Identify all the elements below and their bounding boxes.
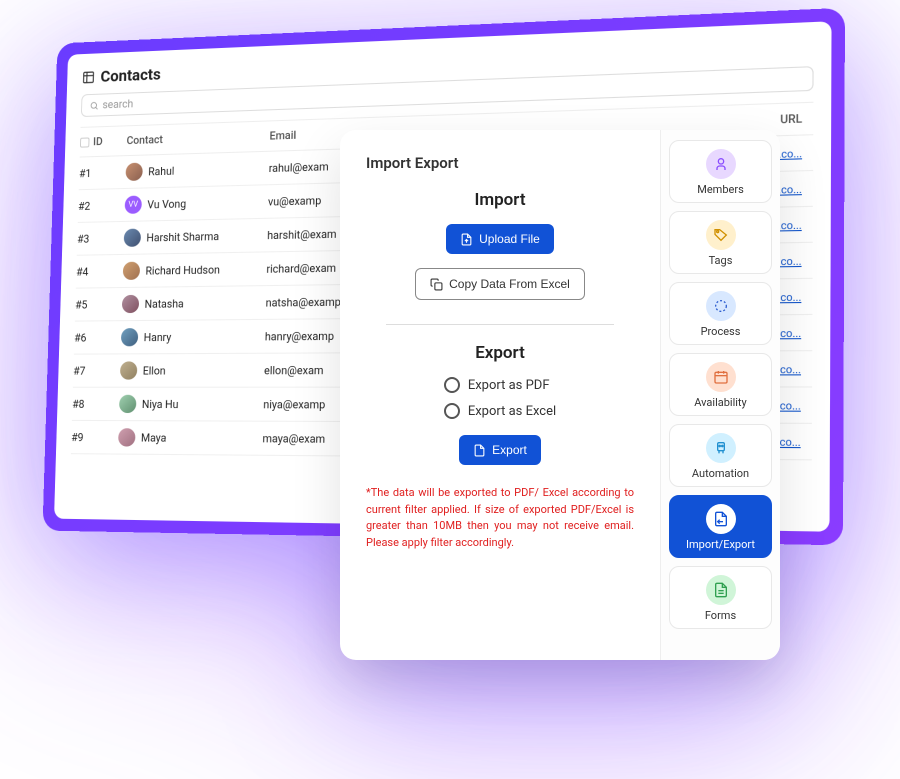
avatar xyxy=(120,361,138,379)
import-heading: Import xyxy=(474,190,525,210)
avatar xyxy=(123,262,140,280)
modal-title: Import Export xyxy=(366,154,634,172)
avatar xyxy=(121,328,138,346)
section-divider xyxy=(386,324,614,325)
row-id: #9 xyxy=(71,430,118,443)
sidebar-tile-process[interactable]: Process xyxy=(669,282,772,345)
row-contact: Richard Hudson xyxy=(123,260,267,280)
copy-from-excel-button[interactable]: Copy Data From Excel xyxy=(415,268,585,300)
row-contact: Niya Hu xyxy=(119,395,264,414)
export-pdf-radio[interactable]: Export as PDF xyxy=(444,377,550,393)
avatar xyxy=(118,428,136,446)
file-upload-icon xyxy=(460,233,473,246)
col-id-label: ID xyxy=(93,135,103,148)
export-excel-label: Export as Excel xyxy=(468,404,556,419)
radio-icon xyxy=(444,377,460,393)
row-contact: Maya xyxy=(118,428,263,447)
select-all-checkbox[interactable] xyxy=(80,137,90,147)
search-icon xyxy=(89,100,99,110)
export-heading: Export xyxy=(475,343,525,363)
members-icon xyxy=(706,149,736,179)
avatar xyxy=(124,229,141,247)
tile-label: Availability xyxy=(694,396,746,409)
avatar: VV xyxy=(125,196,142,214)
row-contact: Harshit Sharma xyxy=(124,226,268,247)
sidebar-tile-tags[interactable]: Tags xyxy=(669,211,772,274)
table-icon xyxy=(82,70,95,84)
sidebar-tile-automation[interactable]: Automation xyxy=(669,424,772,487)
contact-name: Natasha xyxy=(144,297,183,311)
tile-label: Tags xyxy=(709,254,733,267)
upload-file-label: Upload File xyxy=(479,232,540,246)
row-id: #1 xyxy=(79,166,126,180)
contact-name: Richard Hudson xyxy=(145,263,220,277)
forms-icon xyxy=(706,575,736,605)
row-id: #4 xyxy=(76,264,123,278)
row-contact: Rahul xyxy=(125,159,269,181)
tile-label: Automation xyxy=(692,467,749,480)
col-contact-label: Contact xyxy=(126,130,269,148)
contact-name: Niya Hu xyxy=(142,397,179,410)
availability-icon xyxy=(706,362,736,392)
row-id: #3 xyxy=(77,231,124,245)
automation-icon xyxy=(706,433,736,463)
tile-label: Members xyxy=(697,183,744,196)
sidebar-tile-import-export[interactable]: Import/Export xyxy=(669,495,772,558)
export-disclaimer: *The data will be exported to PDF/ Excel… xyxy=(366,485,634,551)
contact-name: Vu Vong xyxy=(147,197,186,211)
contact-name: Maya xyxy=(141,431,167,444)
contact-name: Hanry xyxy=(144,330,172,343)
row-id: #7 xyxy=(73,364,120,377)
row-contact: Natasha xyxy=(122,293,266,313)
copy-icon xyxy=(430,278,443,291)
row-id: #8 xyxy=(72,397,119,410)
sidebar-tile-availability[interactable]: Availability xyxy=(669,353,772,416)
radio-icon xyxy=(444,403,460,419)
export-excel-radio[interactable]: Export as Excel xyxy=(444,403,556,419)
contact-name: Rahul xyxy=(148,164,174,178)
row-id: #2 xyxy=(78,198,125,212)
avatar xyxy=(122,295,139,313)
contacts-title-text: Contacts xyxy=(100,65,161,86)
row-contact: Ellon xyxy=(120,361,264,380)
sidebar-tile-members[interactable]: Members xyxy=(669,140,772,203)
tile-label: Process xyxy=(701,325,741,338)
row-contact: VV Vu Vong xyxy=(125,192,269,214)
search-placeholder: search xyxy=(102,97,133,111)
export-button[interactable]: Export xyxy=(459,435,541,465)
process-icon xyxy=(706,291,736,321)
row-id: #5 xyxy=(75,298,122,312)
copy-from-excel-label: Copy Data From Excel xyxy=(449,277,570,291)
avatar xyxy=(125,163,142,181)
sidebar-tile-forms[interactable]: Forms xyxy=(669,566,772,629)
tile-label: Import/Export xyxy=(686,538,755,551)
file-export-icon xyxy=(473,444,486,457)
import-export-icon xyxy=(706,504,736,534)
avatar xyxy=(119,395,137,413)
row-contact: Hanry xyxy=(121,327,265,346)
tile-label: Forms xyxy=(705,609,736,622)
row-id: #6 xyxy=(74,331,121,344)
contact-name: Ellon xyxy=(143,364,166,377)
export-pdf-label: Export as PDF xyxy=(468,378,550,393)
contact-name: Harshit Sharma xyxy=(146,229,219,244)
upload-file-button[interactable]: Upload File xyxy=(446,224,554,254)
export-button-label: Export xyxy=(492,443,527,457)
import-export-modal: Import Export Import Upload File Copy Da… xyxy=(340,130,780,660)
modal-sidebar: Members Tags Process Availability Automation… xyxy=(660,130,780,660)
tags-icon xyxy=(706,220,736,250)
